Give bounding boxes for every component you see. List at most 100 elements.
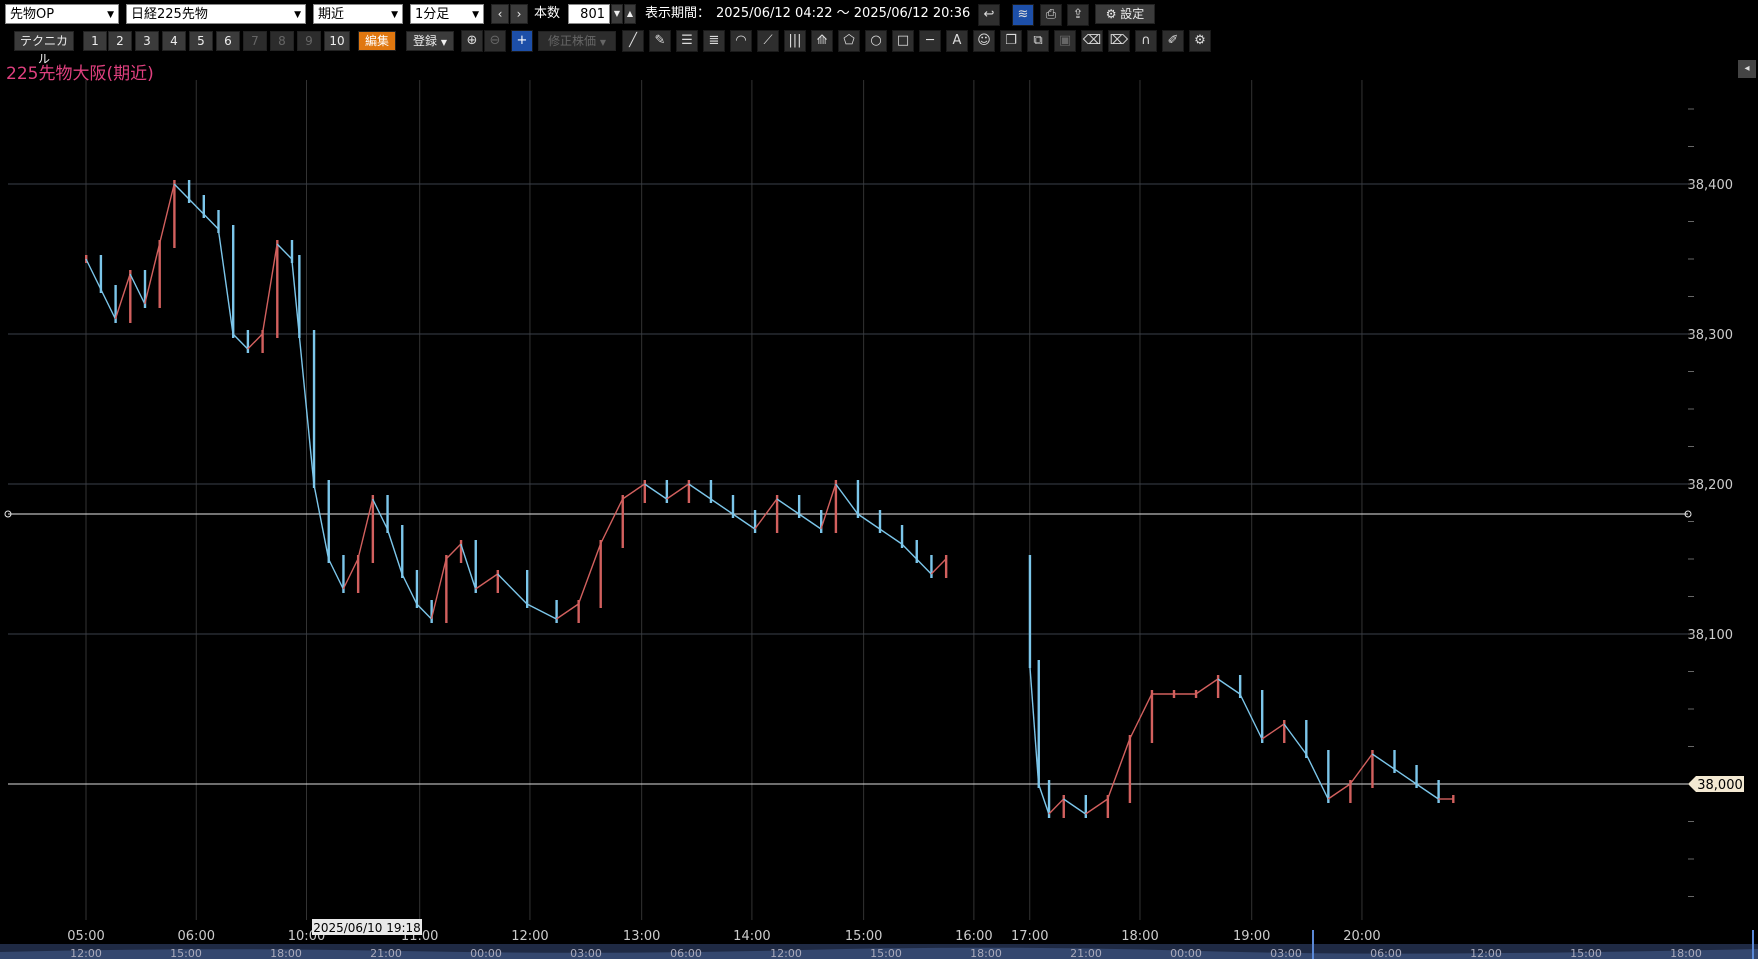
price-bar [1261,690,1264,743]
y-tick-label: 38,400 [1688,178,1734,193]
navigator-tick-label: 06:00 [670,947,702,959]
y-tick-label: 38,100 [1688,628,1734,643]
price-line-segment [430,558,447,620]
price-line-segment [1305,753,1329,800]
price-bar [753,510,757,533]
navigator-tick-label: 15:00 [1570,947,1602,959]
price-bar [820,510,823,533]
price-bar [445,555,448,623]
price-bar [687,480,691,503]
navigator-tick-label: 03:00 [1270,947,1302,959]
price-line-segment [1217,678,1241,695]
x-tick-label: 17:00 [1011,929,1048,944]
price-bar [173,180,176,248]
price-line-segment [599,498,624,545]
price-bar [1062,795,1065,818]
price-line-segment [1085,798,1109,815]
price-line-segment [401,573,418,605]
price-bar [1084,795,1087,818]
price-line-segment [1106,738,1131,800]
x-tick-label: 05:00 [67,929,104,944]
price-line-segment [577,543,602,605]
price-line-segment [835,483,859,515]
x-tick-label: 14:00 [733,929,770,944]
price-line-segment [857,513,881,530]
price-line-segment [203,213,219,230]
price-bar [430,600,433,623]
price-bar [312,330,316,488]
price-line-segment [776,498,800,515]
price-line-segment [158,183,175,245]
price-line-segment [644,483,668,500]
price-bar [158,240,161,308]
x-tick-label: 06:00 [178,929,215,944]
price-line-segment [114,273,131,320]
price-line-segment [460,543,477,590]
price-line-segment [445,543,462,560]
navigator-tick-label: 18:00 [270,947,302,959]
y-tick-label: 38,200 [1688,478,1734,493]
navigator-tick-label: 06:00 [1370,947,1402,959]
price-line-segment [930,558,947,575]
price-line-segment [688,483,712,500]
price-bar [1283,720,1286,743]
price-line-segment [526,603,557,620]
price-line-segment [291,258,300,335]
price-line-segment [327,558,344,590]
navigator-tick-label: 12:00 [770,947,802,959]
price-line-segment [916,558,932,575]
price-line-segment [85,258,102,290]
navigator-tick-label: 18:00 [1670,947,1702,959]
price-line-segment [342,558,359,590]
price-bar [1327,750,1330,803]
price-line-segment [144,243,161,305]
price-bar [944,555,948,578]
price-line-segment [1048,798,1065,815]
price-line-segment [710,498,734,515]
price-line-segment [100,288,117,320]
price-bar [599,540,602,608]
price-bar [327,480,330,563]
price-line-segment [879,528,903,545]
price-line-segment [173,183,190,200]
price-line-segment [901,543,918,560]
price-bar [665,480,669,503]
price-line-segment [1371,753,1395,770]
price-line-segment [1261,723,1285,740]
navigator-tick-label: 15:00 [170,947,202,959]
x-tick-label: 18:00 [1121,929,1158,944]
price-bar [930,555,933,578]
price-line-segment [1393,768,1417,785]
price-bar [1216,675,1220,698]
price-bar [1128,735,1132,803]
price-line-segment [1415,783,1439,800]
price-line-segment [1129,693,1153,740]
navigator-tick-label: 15:00 [870,947,902,959]
price-bar [371,495,375,563]
navigator-tick-label: 12:00 [70,947,102,959]
price-marker-label: 38,000 [1697,778,1743,793]
price-bar [276,240,279,338]
price-line-segment [276,243,293,260]
price-line-segment [1029,663,1040,785]
price-bar [526,570,529,608]
price-line-segment [1037,783,1050,815]
navigator-tick-label: 21:00 [370,947,402,959]
price-bar [1150,690,1154,743]
x-tick-label: 20:00 [1343,929,1380,944]
navigator-tick-label: 00:00 [1170,947,1202,959]
price-line-segment [798,513,822,530]
x-tick-label: 12:00 [511,929,548,944]
x-tick-label: 19:00 [1233,929,1270,944]
price-line-segment [556,603,579,620]
price-line-segment [1063,798,1086,815]
price-chart[interactable]: 05:00 06:00 10:00 11:00 12:00 13:00 14:00 15:00… [0,0,1758,959]
price-line-segment [1195,678,1219,695]
price-bar [232,225,235,338]
price-line-segment [232,333,249,350]
price-line-segment [1349,753,1373,785]
price-bar [555,600,558,623]
price-line-segment [357,498,374,560]
price-bar [621,495,624,548]
y-tick-label: 38,300 [1688,328,1734,343]
